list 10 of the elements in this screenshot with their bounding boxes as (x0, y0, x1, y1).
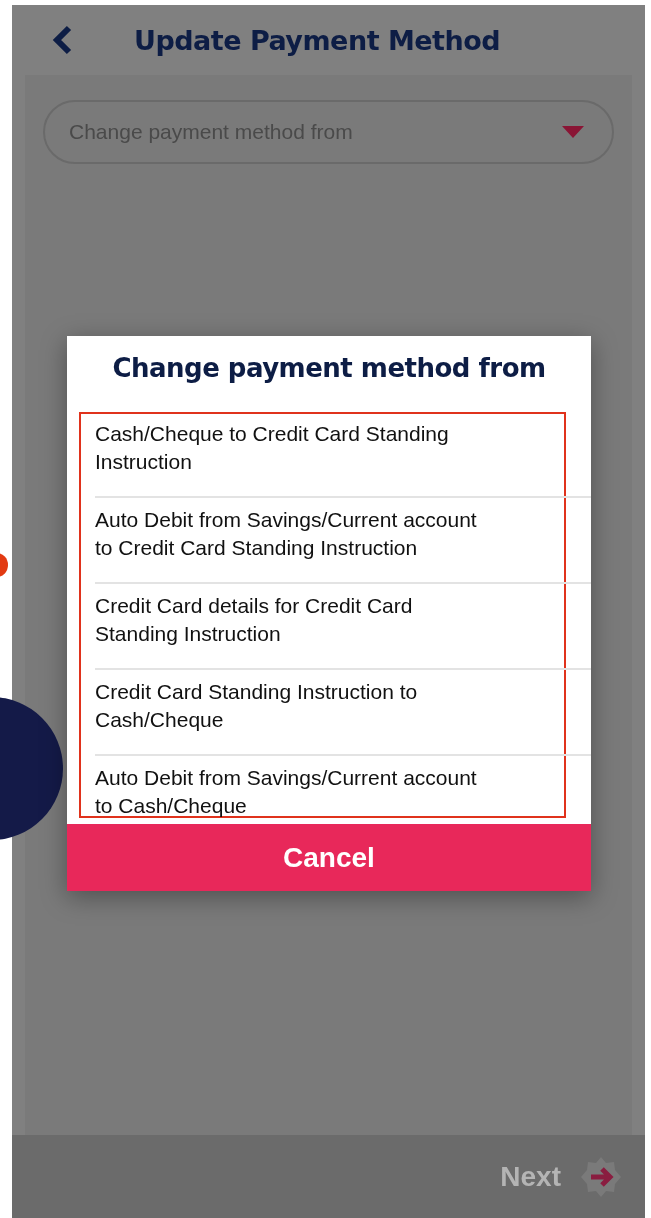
option-item[interactable]: Credit Card Standing Instruction to Cash/Cheque (95, 670, 591, 756)
cancel-button[interactable]: Cancel (67, 824, 591, 891)
option-item[interactable]: Auto Debit from Savings/Current account to Cash/Cheque (95, 756, 591, 824)
option-item[interactable]: Credit Card details for Credit Card Standing Instruction (95, 584, 591, 670)
back-icon[interactable] (52, 25, 74, 55)
page-title: Update Payment Method (134, 24, 501, 56)
dialog-title: Change payment method from (111, 352, 547, 385)
caret-icon (562, 126, 584, 138)
option-item[interactable]: Cash/Cheque to Credit Card Standing Instruction (95, 412, 591, 498)
option-item[interactable]: Auto Debit from Savings/Current account to Credit Card Standing Instruction (95, 498, 591, 584)
